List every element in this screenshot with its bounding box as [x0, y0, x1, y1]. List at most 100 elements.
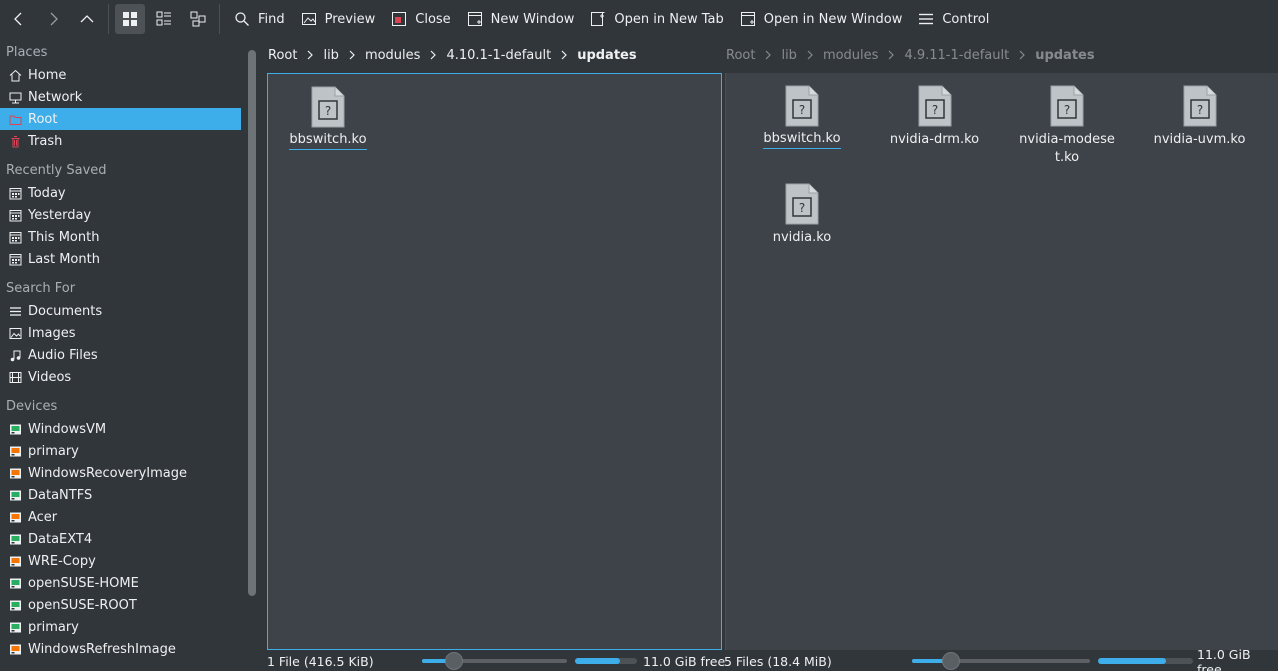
sidebar-item-label: Network [28, 89, 83, 105]
file-item[interactable]: ? nvidia-modeset.ko [1007, 85, 1127, 167]
drive-unmounted-icon [9, 467, 22, 480]
breadcrumb-item[interactable]: Root [722, 48, 759, 63]
sidebar-item-label: openSUSE-HOME [28, 575, 139, 591]
sidebar-item-this-month[interactable]: This Month [0, 226, 241, 248]
file-item[interactable]: ? nvidia-uvm.ko [1140, 85, 1260, 149]
sidebar-item-images[interactable]: Images [0, 322, 241, 344]
open-new-window-button[interactable]: Open in New Window [732, 4, 911, 34]
sidebar-item-label: WRE-Copy [28, 553, 96, 569]
chevron-right-icon [301, 50, 319, 60]
left-zoom-slider[interactable] [422, 652, 567, 670]
sidebar-item-label: openSUSE-ROOT [28, 597, 137, 613]
breadcrumb-item[interactable]: 4.9.11-1-default [900, 48, 1013, 63]
close-button[interactable]: Close [383, 4, 458, 34]
calendar-icon [9, 209, 22, 222]
left-file-view[interactable]: ? bbswitch.ko [267, 73, 722, 650]
sidebar-item-last-month[interactable]: Last Month [0, 248, 241, 270]
breadcrumb-item[interactable]: lib [319, 48, 342, 63]
sidebar-item-network[interactable]: Network [0, 86, 241, 108]
sidebar-item-videos[interactable]: Videos [0, 366, 241, 388]
sidebar-item-windowsrefreshimage[interactable]: WindowsRefreshImage [0, 638, 241, 660]
drive-unmounted-icon [9, 643, 22, 656]
file-item[interactable]: ? bbswitch.ko [742, 85, 862, 149]
sidebar-item-label: Images [28, 325, 76, 341]
sidebar-item-documents[interactable]: Documents [0, 300, 241, 322]
details-view-button[interactable] [183, 4, 213, 34]
control-menu-button[interactable]: Control [910, 4, 997, 34]
sidebar-item-windowsrecoveryimage[interactable]: WindowsRecoveryImage [0, 462, 241, 484]
breadcrumb-item[interactable]: lib [777, 48, 800, 63]
sidebar-item-audio-files[interactable]: Audio Files [0, 344, 241, 366]
sidebar-item-label: Trash [28, 133, 63, 149]
sidebar-item-primary[interactable]: primary [0, 440, 241, 462]
sidebar-item-today[interactable]: Today [0, 182, 241, 204]
videos-icon [9, 371, 22, 384]
sidebar-item-primary[interactable]: primary [0, 616, 241, 638]
open-new-tab-button[interactable]: Open in New Tab [582, 4, 731, 34]
search-icon [235, 12, 249, 26]
places-scrollbar-thumb[interactable] [248, 50, 256, 596]
drive-mounted-icon [9, 621, 22, 634]
places-panel: Places Home Network Root Trash Recently Sav… [0, 42, 248, 671]
right-zoom-slider[interactable] [912, 652, 1090, 670]
file-name: nvidia-uvm.ko [1153, 132, 1246, 147]
sidebar-item-label: Yesterday [28, 207, 92, 223]
up-button[interactable] [72, 4, 102, 34]
breadcrumb-item[interactable]: updates [1031, 48, 1098, 63]
breadcrumb-item[interactable]: updates [573, 48, 640, 63]
sidebar-item-yesterday[interactable]: Yesterday [0, 204, 241, 226]
file-name: nvidia.ko [772, 230, 832, 245]
sidebar-item-label: primary [28, 443, 79, 459]
sidebar-item-dataext4[interactable]: DataEXT4 [0, 528, 241, 550]
sidebar-item-opensuse-home[interactable]: openSUSE-HOME [0, 572, 241, 594]
sidebar-item-windowsvm[interactable]: WindowsVM [0, 418, 241, 440]
right-file-view[interactable]: ? bbswitch.ko ? nvidia-drm.ko ? nvidia-m… [725, 73, 1278, 650]
search-for-section-header: Search For [6, 281, 76, 296]
drive-mounted-icon [9, 577, 22, 590]
sidebar-item-label: Videos [28, 369, 72, 385]
new-window-button[interactable]: New Window [459, 4, 583, 34]
chevron-right-icon [555, 50, 573, 60]
places-scrollbar[interactable] [248, 50, 256, 596]
unknown-file-icon: ? [785, 183, 819, 225]
sidebar-item-opensuse-root[interactable]: openSUSE-ROOT [0, 594, 241, 616]
calendar-icon [9, 231, 22, 244]
breadcrumb-item[interactable]: modules [819, 48, 883, 63]
places-section-header: Places [6, 45, 48, 60]
breadcrumb-item[interactable]: 4.10.1-1-default [442, 48, 555, 63]
sidebar-item-trash[interactable]: Trash [0, 130, 241, 152]
forward-button[interactable] [38, 4, 68, 34]
file-item[interactable]: ? nvidia-drm.ko [875, 85, 995, 149]
sidebar-item-label: DataEXT4 [28, 531, 93, 547]
open-new-tab-label: Open in New Tab [614, 11, 724, 27]
back-button[interactable] [4, 4, 34, 34]
file-item[interactable]: ? nvidia.ko [742, 183, 862, 247]
file-item[interactable]: ? bbswitch.ko [268, 86, 388, 150]
compact-view-button[interactable] [149, 4, 179, 34]
breadcrumb-item[interactable]: modules [361, 48, 425, 63]
preview-button[interactable]: Preview [293, 4, 384, 34]
breadcrumb-item[interactable]: Root [264, 48, 301, 63]
sidebar-item-acer[interactable]: Acer [0, 506, 241, 528]
network-icon [9, 91, 22, 104]
find-button[interactable]: Find [226, 4, 293, 34]
sidebar-item-home[interactable]: Home [0, 64, 241, 86]
sidebar-item-label: This Month [28, 229, 100, 245]
open-new-window-label: Open in New Window [763, 11, 903, 27]
sidebar-item-datantfs[interactable]: DataNTFS [0, 484, 241, 506]
left-zoom-handle[interactable] [445, 652, 463, 670]
svg-text:?: ? [799, 103, 805, 117]
file-name: nvidia-modeset.ko [1019, 132, 1115, 165]
control-label: Control [942, 11, 990, 27]
chevron-right-icon [343, 50, 361, 60]
chevron-right-icon [882, 50, 900, 60]
new-tab-icon [591, 12, 605, 26]
drive-mounted-icon [9, 489, 22, 502]
sidebar-item-root[interactable]: Root [0, 108, 241, 130]
sidebar-item-wre-copy[interactable]: WRE-Copy [0, 550, 241, 572]
right-zoom-handle[interactable] [942, 652, 960, 670]
icons-view-button[interactable] [115, 4, 145, 34]
